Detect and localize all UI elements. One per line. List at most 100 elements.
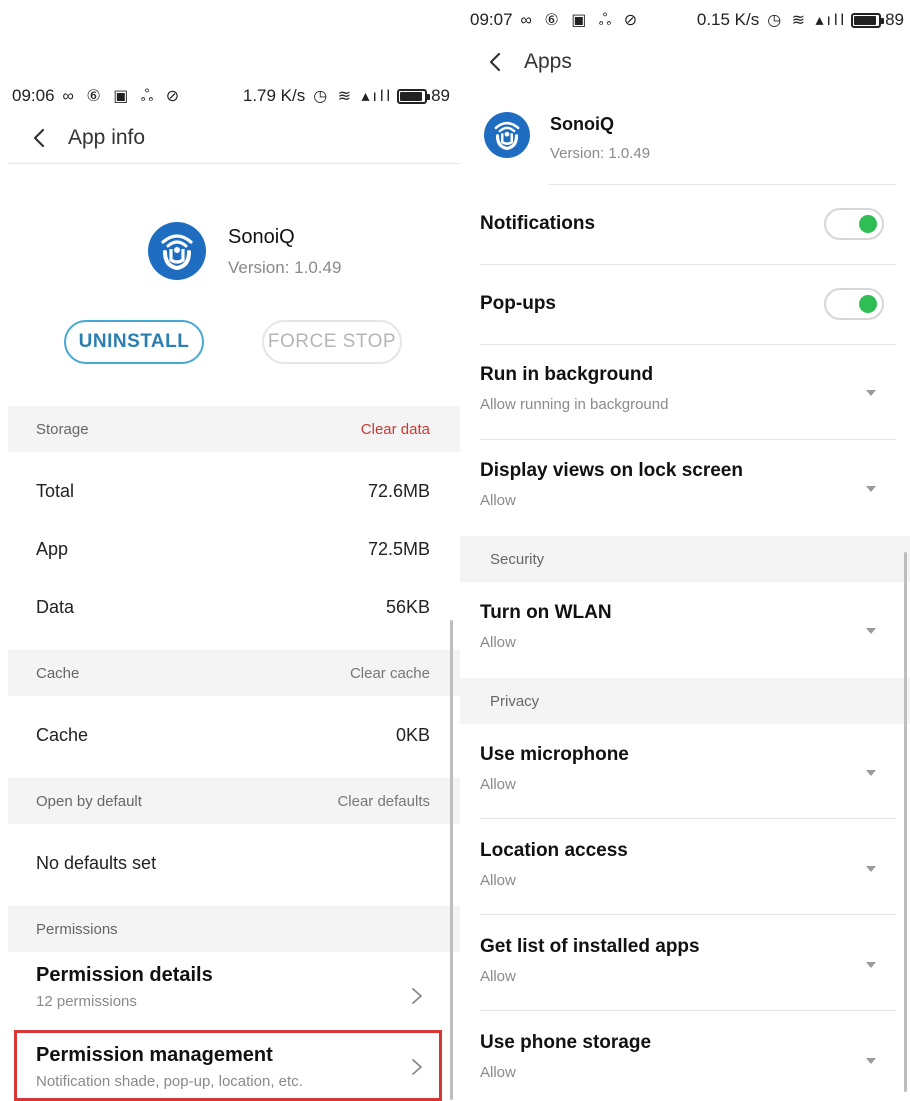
force-stop-button[interactable]: FORCE STOP: [262, 320, 402, 364]
item-title: Use microphone: [480, 744, 629, 765]
battery-level: 89: [885, 10, 904, 29]
battery-level: 89: [431, 86, 450, 105]
section-label: Permissions: [36, 920, 118, 938]
storage-row-app: App 72.5MB: [8, 520, 460, 578]
sonoiq-logo-icon: [161, 234, 193, 271]
system-icons: ◷ ≋ ▴ıll: [767, 12, 848, 29]
lock-screen-row[interactable]: Display views on lock screen Allow: [480, 460, 890, 532]
divider: [8, 163, 460, 164]
item-subtitle: Allow running in background: [480, 396, 669, 413]
section-label: Storage: [36, 420, 89, 438]
row-label: Cache: [36, 724, 89, 745]
item-title: Display views on lock screen: [480, 460, 743, 481]
clear-cache-button[interactable]: Clear cache: [350, 665, 430, 682]
chevron-right-icon: [412, 988, 422, 1004]
phone-storage-row[interactable]: Use phone storage Allow: [480, 1032, 890, 1098]
app-name: SonoiQ: [228, 226, 295, 248]
clear-data-button[interactable]: Clear data: [361, 421, 430, 438]
section-label: Security: [490, 550, 545, 568]
permission-details-subtitle: 12 permissions: [36, 993, 137, 1010]
section-label: Open by default: [36, 792, 142, 810]
permission-details-title: Permission details: [36, 964, 213, 986]
divider: [548, 184, 896, 185]
dropdown-arrow-icon: [866, 486, 876, 492]
back-button[interactable]: [20, 118, 60, 158]
divider: [480, 344, 896, 345]
dropdown-arrow-icon: [866, 1058, 876, 1064]
network-speed: 1.79 K/s: [242, 86, 306, 105]
item-subtitle: Allow: [480, 968, 516, 985]
back-button[interactable]: [476, 42, 516, 82]
scrollbar[interactable]: [450, 620, 453, 1100]
security-section-header: Security: [460, 536, 910, 582]
permission-details-row[interactable]: Permission details 12 permissions: [8, 960, 460, 1032]
dropdown-arrow-icon: [866, 770, 876, 776]
dropdown-arrow-icon: [866, 390, 876, 396]
location-row[interactable]: Location access Allow: [480, 840, 890, 912]
dropdown-arrow-icon: [866, 962, 876, 968]
notification-icons: ∞ ⑥ ▣ ஃ ⊘: [520, 11, 642, 29]
storage-section-header: Storage Clear data: [8, 406, 460, 452]
dropdown-arrow-icon: [866, 628, 876, 634]
uninstall-button[interactable]: UNINSTALL: [64, 320, 204, 364]
wlan-row[interactable]: Turn on WLAN Allow: [480, 602, 890, 674]
divider: [480, 1010, 896, 1011]
row-value: 56KB: [385, 596, 430, 617]
item-title: Run in background: [480, 364, 654, 385]
top-bar: Apps: [460, 34, 910, 90]
row-value: 72.5MB: [367, 538, 430, 559]
app-icon: [484, 112, 530, 158]
row-label: App: [36, 538, 69, 559]
notifications-toggle[interactable]: [824, 208, 884, 240]
item-subtitle: Allow: [480, 634, 516, 651]
run-in-background-row[interactable]: Run in background Allow running in backg…: [480, 364, 890, 436]
app-permissions-screen: 09:07 ∞ ⑥ ▣ ஃ ⊘ 0.15 K/s ◷ ≋ ▴ıll 89 App…: [460, 0, 910, 1101]
popups-toggle[interactable]: [824, 288, 884, 320]
battery-icon: [851, 12, 885, 28]
popups-row[interactable]: Pop-ups: [480, 274, 890, 342]
app-info-screen: 09:06 ∞ ⑥ ▣ ஃ ⊘ 1.79 K/s ◷ ≋ ▴ıll 89 App…: [0, 70, 460, 1101]
defaults-row: No defaults set: [8, 834, 460, 892]
installed-apps-row[interactable]: Get list of installed apps Allow: [480, 936, 890, 1008]
row-value: 0KB: [395, 724, 430, 745]
item-subtitle: Allow: [480, 872, 516, 889]
item-title: Use phone storage: [480, 1032, 652, 1053]
network-speed: 0.15 K/s: [696, 10, 760, 29]
item-title: Get list of installed apps: [480, 936, 700, 957]
app-name: SonoiQ: [550, 114, 614, 134]
status-time: 09:06: [12, 86, 55, 105]
row-label: No defaults set: [36, 852, 157, 873]
row-label: Total: [36, 480, 75, 501]
app-version: Version: 1.0.49: [550, 145, 651, 162]
sonoiq-logo-icon: [494, 121, 520, 151]
status-time: 09:07: [470, 10, 513, 29]
page-title: App info: [68, 126, 146, 149]
cache-section-header: Cache Clear cache: [8, 650, 460, 696]
cache-row: Cache 0KB: [8, 706, 460, 764]
item-title: Location access: [480, 840, 628, 861]
divider: [480, 439, 896, 440]
system-icons: ◷ ≋ ▴ıll: [313, 88, 394, 105]
permissions-section-header: Permissions: [8, 906, 460, 952]
app-version: Version: 1.0.49: [228, 258, 342, 277]
dropdown-arrow-icon: [866, 866, 876, 872]
highlight-box: [14, 1030, 442, 1101]
chevron-left-icon: [489, 52, 501, 72]
notifications-row[interactable]: Notifications: [480, 194, 890, 262]
open-default-section-header: Open by default Clear defaults: [8, 778, 460, 824]
item-title: Turn on WLAN: [480, 602, 612, 623]
clear-defaults-button[interactable]: Clear defaults: [337, 793, 430, 810]
divider: [480, 818, 896, 819]
scrollbar[interactable]: [904, 552, 907, 1092]
notification-icons: ∞ ⑥ ▣ ஃ ⊘: [62, 87, 184, 105]
microphone-row[interactable]: Use microphone Allow: [480, 744, 890, 816]
divider: [480, 914, 896, 915]
app-icon: [148, 222, 206, 280]
divider: [480, 264, 896, 265]
storage-row-total: Total 72.6MB: [8, 462, 460, 520]
row-label: Data: [36, 596, 75, 617]
row-value: 72.6MB: [367, 480, 430, 501]
item-subtitle: Allow: [480, 1064, 516, 1081]
battery-icon: [397, 88, 431, 104]
section-label: Privacy: [490, 692, 540, 710]
